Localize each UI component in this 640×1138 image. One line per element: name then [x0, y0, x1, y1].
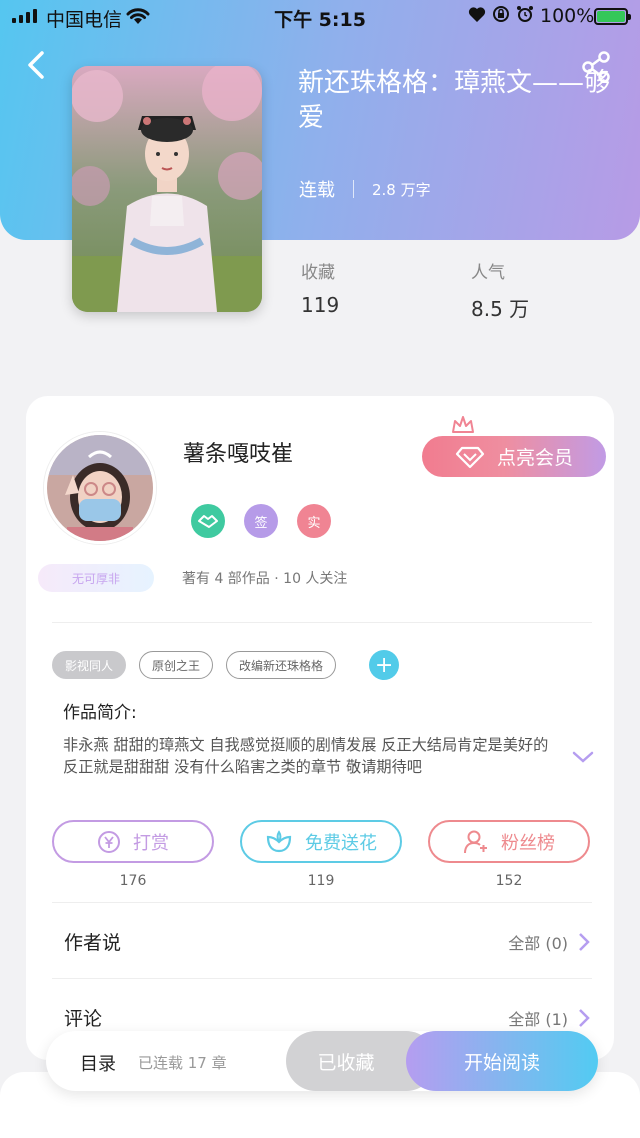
book-cover[interactable] — [72, 66, 262, 312]
flower-action: 免费送花 119 — [240, 820, 402, 889]
chevron-right-icon — [579, 933, 590, 951]
add-tag-button[interactable]: + — [369, 650, 400, 680]
diamond-icon — [455, 446, 485, 468]
stat-value: 8.5 万 — [471, 297, 530, 321]
book-status: 连载 2.8 万字 — [299, 176, 431, 202]
sign-badge: 签 — [244, 504, 278, 538]
stat-label: 收藏 — [301, 263, 335, 283]
tag[interactable]: 影视同人 — [52, 651, 127, 679]
flower-icon — [266, 829, 292, 852]
reward-action: 打赏 176 — [52, 820, 214, 889]
author-says-all[interactable]: 全部 (0) — [508, 930, 590, 954]
word-count: 2.8 万字 — [372, 180, 431, 199]
fans-rank-label: 粉丝榜 — [501, 832, 555, 854]
start-reading-button[interactable]: 开始阅读 — [406, 1031, 598, 1091]
heart-icon — [468, 6, 486, 22]
real-name-badge: 实 — [297, 504, 331, 538]
author-badges: 签 实 — [191, 504, 331, 538]
book-title: 新还珠格格：璋燕文——够爱 — [298, 68, 611, 133]
member-button[interactable]: 点亮会员 — [422, 436, 606, 477]
battery-icon — [594, 8, 631, 25]
comments-all[interactable]: 全部 (1) — [508, 1006, 590, 1030]
tag-list: 影视同人 原创之王 改编新还珠格格 + — [52, 650, 400, 680]
bottom-action-bar: 目录 已连载 17 章 已收藏 开始阅读 — [46, 1031, 598, 1091]
chevron-down-icon[interactable] — [571, 748, 595, 766]
send-flower-label: 免费送花 — [305, 832, 377, 854]
avatar-image — [47, 435, 153, 541]
tag[interactable]: 原创之王 — [139, 651, 214, 679]
member-button-label: 点亮会员 — [496, 447, 573, 469]
back-arrow-icon[interactable] — [22, 48, 50, 82]
serial-status: 连载 — [299, 180, 335, 201]
author-says-all-label: 全部 (0) — [508, 934, 568, 953]
book-detail-card: 薯条嘎吱崔 点亮会员 签 实 无可厚非 著有 4 部作品 · 10 人关注 影视… — [26, 396, 614, 1060]
status-bar: 中国电信 下午 5:15 100% — [0, 0, 640, 34]
author-title-tag: 无可厚非 — [38, 564, 154, 592]
comments-all-label: 全部 (1) — [508, 1010, 568, 1029]
avatar[interactable] — [44, 432, 156, 544]
send-flower-button[interactable]: 免费送花 — [240, 820, 402, 863]
status-icons — [468, 5, 534, 23]
author-says-row[interactable]: 作者说 全部 (0) — [64, 928, 590, 955]
tag[interactable]: 改编新还珠格格 — [226, 651, 337, 679]
intro-text: 非永燕 甜甜的璋燕文 自我感觉挺顺的剧情发展 反正大结局肯定是美好的 反正就是甜… — [63, 736, 549, 776]
intro-label: 作品简介: — [63, 703, 137, 723]
chevron-right-icon — [579, 1009, 590, 1027]
divider — [353, 180, 354, 198]
fans-count: 152 — [495, 873, 523, 889]
comments-row[interactable]: 评论 全部 (1) — [64, 1004, 590, 1031]
fans-rank-button[interactable]: 粉丝榜 — [428, 820, 590, 863]
battery-percent: 100% — [540, 5, 595, 27]
reward-count: 176 — [119, 873, 147, 889]
comments-title: 评论 — [64, 1008, 103, 1030]
yen-icon — [98, 830, 120, 853]
user-rank-icon — [464, 830, 487, 853]
reward-label: 打赏 — [133, 832, 169, 854]
battery-level — [597, 11, 625, 22]
handshake-icon — [191, 504, 225, 538]
cover-illustration — [72, 66, 262, 312]
stat-favorites: 收藏 119 — [301, 258, 339, 317]
alarm-icon — [517, 6, 533, 22]
author-name[interactable]: 薯条嘎吱崔 — [183, 436, 293, 468]
divider — [52, 978, 592, 979]
stat-label: 人气 — [471, 263, 505, 283]
fans-action: 粉丝榜 152 — [428, 820, 590, 889]
lock-rotation-icon — [493, 6, 509, 22]
flower-count: 119 — [307, 873, 335, 889]
chapter-count: 已连载 17 章 — [138, 1054, 227, 1072]
toc-button[interactable]: 目录 — [80, 1050, 116, 1076]
crown-icon — [452, 416, 474, 433]
reward-button[interactable]: 打赏 — [52, 820, 214, 863]
author-meta: 著有 4 部作品 · 10 人关注 — [182, 571, 348, 587]
action-buttons: 打赏 176 免费送花 119 粉丝榜 152 — [52, 820, 590, 889]
author-says-title: 作者说 — [64, 932, 122, 954]
divider — [52, 902, 592, 903]
stat-value: 119 — [301, 293, 340, 317]
stat-popularity: 人气 8.5 万 — [471, 258, 529, 322]
divider — [52, 622, 592, 623]
